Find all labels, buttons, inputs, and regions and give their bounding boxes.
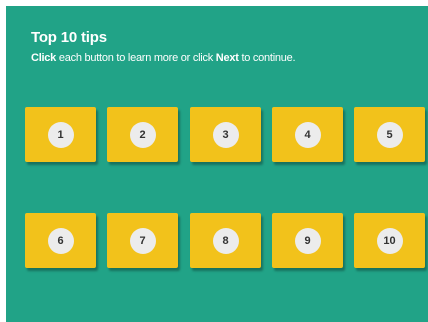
tip-button-7[interactable]: 7 <box>107 213 178 268</box>
tip-button-2[interactable]: 2 <box>107 107 178 162</box>
tip-number: 7 <box>129 227 156 254</box>
tip-button-6[interactable]: 6 <box>25 213 96 268</box>
tip-number: 2 <box>129 121 156 148</box>
tip-button-8[interactable]: 8 <box>190 213 261 268</box>
instruction-end: to continue. <box>238 52 296 64</box>
tip-button-4[interactable]: 4 <box>272 107 343 162</box>
slide-panel: Top 10 tips Click each button to learn m… <box>6 6 428 322</box>
tip-number: 1 <box>47 121 74 148</box>
tip-button-5[interactable]: 5 <box>354 107 425 162</box>
tip-number: 5 <box>376 121 403 148</box>
tip-number: 10 <box>376 227 403 254</box>
tip-number: 9 <box>294 227 321 254</box>
instruction-click-word: Click <box>31 52 57 64</box>
tip-button-9[interactable]: 9 <box>272 213 343 268</box>
instruction-middle: each button to learn more or click <box>56 52 216 64</box>
page-title: Top 10 tips <box>31 29 107 46</box>
tip-button-3[interactable]: 3 <box>190 107 261 162</box>
tip-number: 4 <box>294 121 321 148</box>
tip-button-1[interactable]: 1 <box>25 107 96 162</box>
tip-number: 8 <box>212 227 239 254</box>
instruction-text: Click each button to learn more or click… <box>31 52 296 65</box>
tip-number: 6 <box>47 227 74 254</box>
tip-number: 3 <box>212 121 239 148</box>
tip-button-10[interactable]: 10 <box>354 213 425 268</box>
instruction-next-word: Next <box>215 52 239 64</box>
